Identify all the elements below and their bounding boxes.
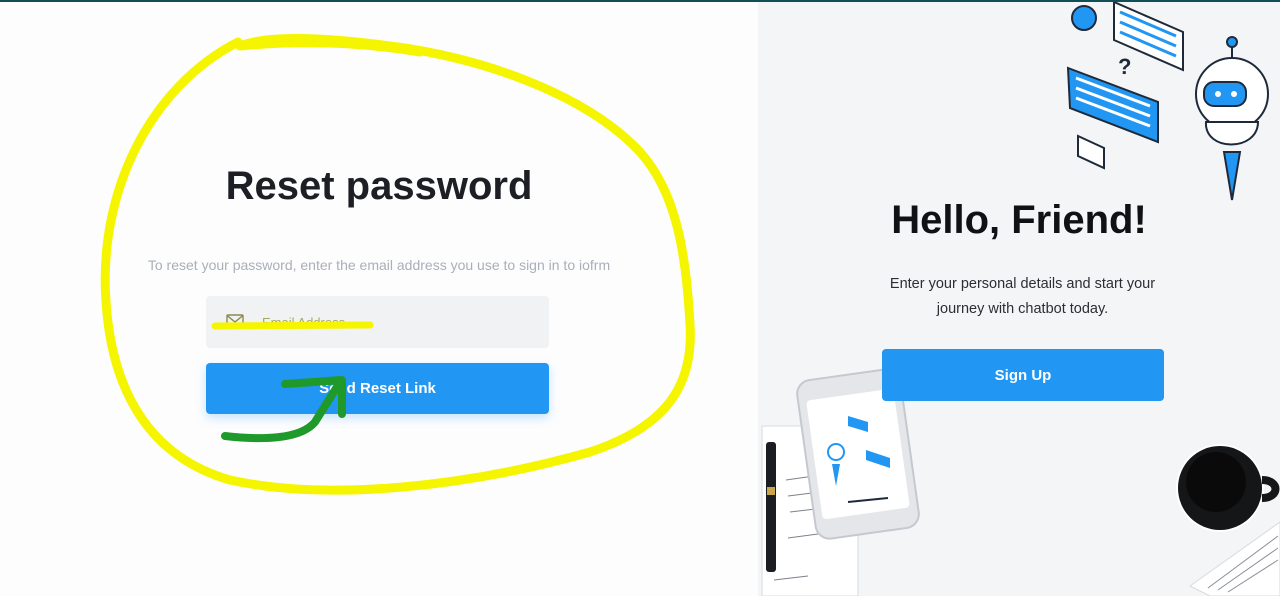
reset-instructions: To reset your password, enter the email …: [147, 257, 611, 273]
welcome-description: Enter your personal details and start yo…: [889, 276, 1156, 317]
welcome-title: Hello, Friend!: [891, 198, 1147, 242]
email-input[interactable]: [262, 296, 542, 348]
coffee-cup-icon: [1176, 444, 1280, 532]
svg-text:?: ?: [1118, 54, 1131, 79]
mail-icon: [226, 314, 244, 328]
reset-panel: Reset password To reset your password, e…: [0, 2, 758, 596]
welcome-panel: ? Hello, Friend! Enter your personal det…: [758, 2, 1280, 596]
send-reset-link-button[interactable]: Send Reset Link: [206, 363, 549, 414]
sign-up-button[interactable]: Sign Up: [882, 349, 1164, 401]
page-title: Reset password: [225, 164, 533, 208]
robot-icon: [1195, 36, 1269, 201]
newspaper-icon: [1189, 521, 1280, 596]
chat-bubbles-icon: ?: [1066, 2, 1184, 170]
pen-icon: [766, 442, 776, 572]
email-field[interactable]: [206, 296, 549, 348]
